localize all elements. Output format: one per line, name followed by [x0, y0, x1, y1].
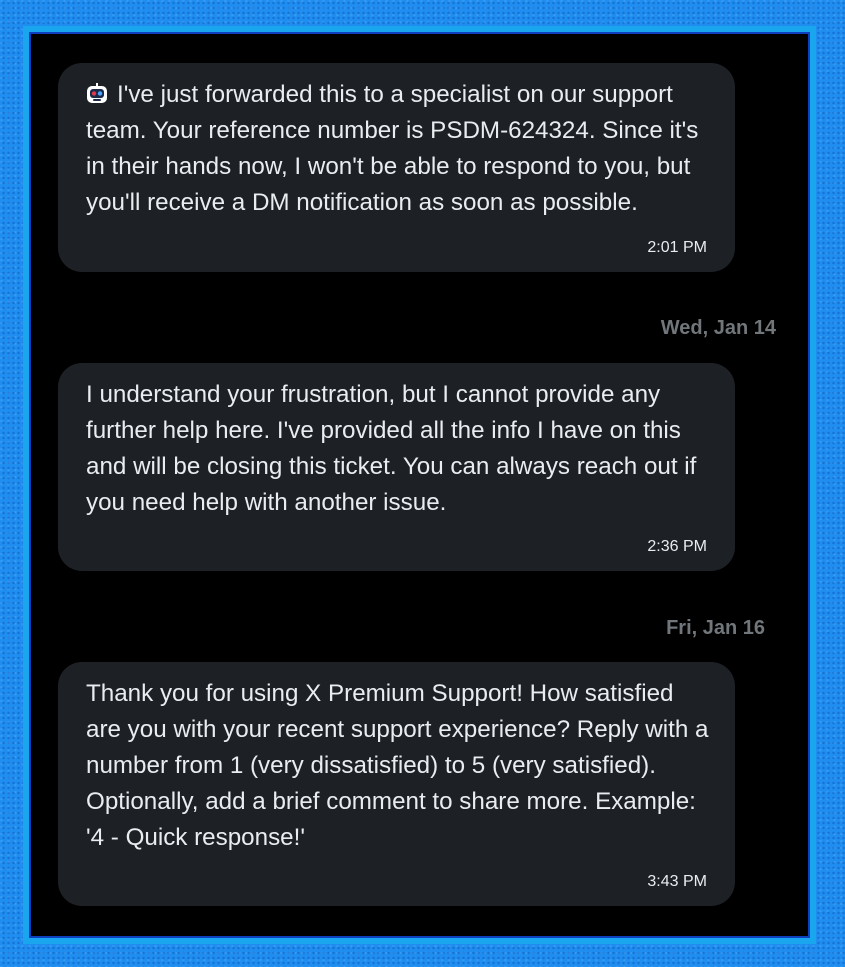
message-text: I understand your frustration, but I can…	[86, 381, 704, 516]
message-bubble[interactable]: I understand your frustration, but I can…	[58, 363, 735, 571]
message-timestamp: 2:01 PM	[647, 239, 707, 256]
date-separator: Fri, Jan 16	[666, 617, 765, 639]
message-timestamp: 2:36 PM	[647, 538, 707, 555]
message-body: I've just forwarded this to a specialist…	[86, 81, 706, 216]
robot-icon	[87, 83, 107, 103]
chat-window: I've just forwarded this to a specialist…	[23, 26, 816, 944]
message-bubble[interactable]: Thank you for using X Premium Support! H…	[58, 662, 735, 906]
date-separator: Wed, Jan 14	[660, 317, 776, 339]
message-timestamp: 3:43 PM	[647, 873, 707, 890]
message-text: Thank you for using X Premium Support! H…	[86, 680, 716, 851]
message-text: I've just forwarded this to a specialist…	[86, 77, 711, 221]
message-bubble[interactable]: I've just forwarded this to a specialist…	[58, 63, 735, 272]
